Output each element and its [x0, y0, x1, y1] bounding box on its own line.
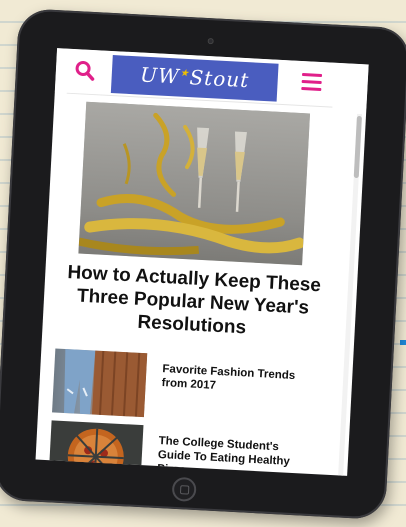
champagne-glasses-image [78, 112, 305, 256]
article-title[interactable]: Favorite Fashion Trends from 2017 [161, 362, 312, 398]
hamburger-menu-icon[interactable] [301, 72, 323, 92]
logo-text-stout: Stout [188, 65, 250, 93]
home-square-icon [179, 485, 190, 495]
search-icon[interactable] [73, 59, 96, 82]
background-marker [400, 340, 406, 345]
featured-headline[interactable]: How to Actually Keep These Three Popular… [56, 261, 329, 344]
tablet-device: UW★Stout How to Actually Keep These Thre… [0, 8, 406, 520]
list-item[interactable]: Favorite Fashion Trends from 2017 [52, 348, 325, 432]
site-logo[interactable]: UW★Stout [110, 55, 279, 102]
scrollbar-thumb[interactable] [353, 115, 362, 179]
jeans-image [64, 348, 148, 418]
article-thumbnail[interactable] [52, 348, 148, 418]
logo-text-uw: UW [139, 62, 181, 89]
tablet-screen: UW★Stout How to Actually Keep These Thre… [35, 48, 369, 476]
featured-image[interactable] [78, 101, 311, 266]
